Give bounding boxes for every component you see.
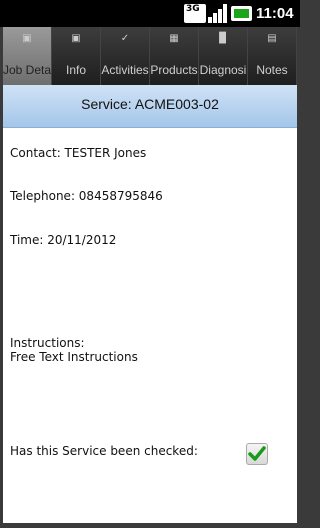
- instructions-label: Instructions:: [10, 336, 85, 350]
- tab-diagnosis[interactable]: ▉ Diagnosi: [199, 27, 248, 85]
- tab-label: Notes: [256, 63, 288, 77]
- network-type: 3G: [186, 4, 200, 14]
- tab-products[interactable]: ▦ Products: [150, 27, 199, 85]
- wrench-icon: ✓: [120, 33, 130, 44]
- document-icon: ▣: [22, 33, 32, 44]
- tab-label: Activities: [101, 63, 149, 77]
- status-time: 11:04: [256, 5, 294, 22]
- contact-text: Contact: TESTER Jones: [10, 146, 147, 160]
- tab-label: Products: [150, 63, 198, 77]
- job-details-panel: Service: ACME003-02 Contact: TESTER Jone…: [3, 85, 297, 523]
- tab-info[interactable]: ▣ Info: [52, 27, 101, 85]
- service-header: Service: ACME003-02: [3, 85, 297, 128]
- signal-strength-icon: [208, 4, 228, 23]
- tab-label: Job Deta: [3, 63, 52, 77]
- tab-label: Info: [65, 63, 86, 77]
- check-icon: [248, 446, 266, 461]
- 3g-icon: 3G: [184, 4, 206, 23]
- battery-icon: [231, 6, 252, 21]
- time-text: Time: 20/11/2012: [10, 233, 117, 247]
- thermometer-icon: ▉: [219, 33, 227, 44]
- status-bar: 3G 11:04: [0, 0, 300, 27]
- tab-activities[interactable]: ✓ Activities: [101, 27, 150, 85]
- tab-notes[interactable]: ▤ Notes: [248, 27, 297, 85]
- products-icon: ▦: [169, 33, 179, 44]
- page-title: Service: ACME003-02: [81, 96, 219, 112]
- tab-label: Diagnosi: [199, 63, 247, 77]
- tab-job-details[interactable]: ▣ Job Deta: [3, 27, 52, 85]
- notes-icon: ▤: [267, 33, 277, 44]
- service-checked-label: Has this Service been checked:: [10, 444, 198, 458]
- info-icon: ▣: [71, 33, 81, 44]
- telephone-text: Telephone: 08458795846: [10, 189, 163, 203]
- service-checked-checkbox[interactable]: [246, 443, 268, 465]
- tab-bar: ▣ Job Deta ▣ Info ✓ Activities ▦ Product…: [3, 27, 297, 85]
- instructions-text: Free Text Instructions: [10, 350, 138, 364]
